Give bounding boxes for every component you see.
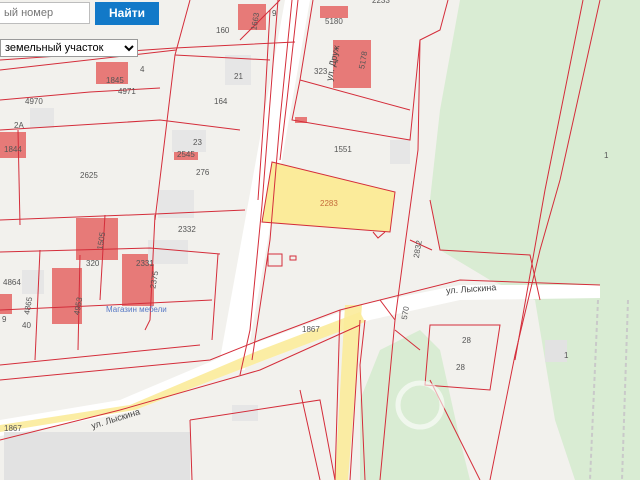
parcel-label: 1844 (4, 145, 22, 154)
parcel-label: 1845 (106, 76, 124, 85)
selected-parcel-label: 2283 (320, 199, 338, 208)
outbuilding-6 (30, 108, 54, 128)
outbuilding-4 (390, 140, 410, 164)
parcel-label: 40 (22, 321, 31, 330)
parcel-label: 1551 (334, 145, 352, 154)
parcel-label: 1867 (302, 325, 320, 334)
parcel-label: 5180 (325, 17, 343, 26)
parcel-label: 4 (140, 65, 145, 74)
parcel-label: 2545 (177, 150, 195, 159)
gray-block-southwest (4, 432, 190, 480)
parcel-label: 2331 (136, 259, 154, 268)
parcel-label: 320 (86, 259, 100, 268)
parcel-label: 160 (216, 26, 230, 35)
parcel-label: 2625 (80, 171, 98, 180)
poi-furniture-store[interactable]: Магазин мебели (106, 305, 167, 314)
parcel-label: 4971 (118, 87, 136, 96)
outbuilding-8 (22, 270, 44, 294)
parcel-label: 9 (2, 315, 7, 324)
parcel-label: 1 (604, 151, 609, 160)
cadastral-number-input[interactable] (0, 2, 90, 24)
building-small-west (0, 294, 12, 314)
parcel-label: 1867 (4, 424, 22, 433)
search-bar: Найти (0, 1, 159, 25)
parcel-label: 2332 (178, 225, 196, 234)
parcel-label: 164 (214, 97, 228, 106)
object-type-select[interactable]: земельный участок (0, 39, 138, 57)
search-button[interactable]: Найти (95, 1, 159, 25)
parcel-label: 28 (456, 363, 465, 372)
parcel-label: 4970 (25, 97, 43, 106)
parcel-label: 2A (14, 121, 24, 130)
parcel-label: 4864 (3, 278, 21, 287)
parcel-label: 2233 (372, 0, 390, 5)
parcel-label: 9 (272, 9, 277, 18)
parcel-label: 276 (196, 168, 210, 177)
cadastral-map[interactable]: 160 1663 5180 5178 323 21 164 1845 4971 … (0, 0, 640, 480)
parcel-label: 23 (193, 138, 202, 147)
parcel-label: 28 (462, 336, 471, 345)
parcel-label: 21 (234, 72, 243, 81)
parcel-label: 1 (564, 351, 569, 360)
